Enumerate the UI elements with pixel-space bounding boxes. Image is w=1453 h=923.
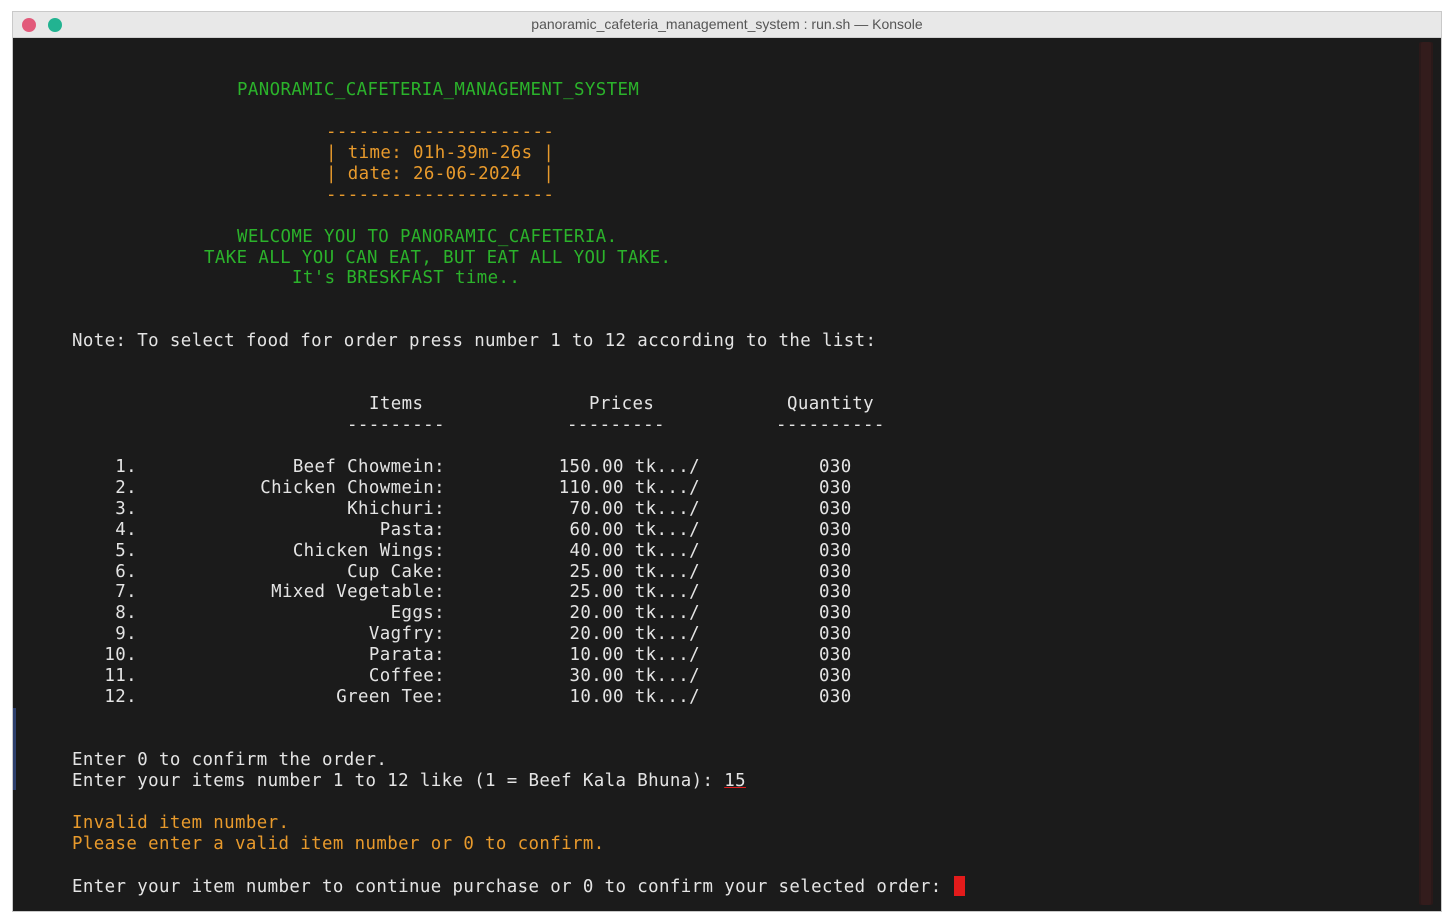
row-price: 10.00 tk.../ (569, 687, 700, 707)
row-item-name: Vagfry: (368, 624, 445, 644)
row-price: 25.00 tk.../ (569, 562, 700, 582)
row-item-name: Cup Cake: (347, 562, 445, 582)
row-quantity: 030 (819, 624, 852, 644)
row-quantity: 030 (819, 603, 852, 623)
header-prices: Prices (589, 394, 655, 414)
row-price: 60.00 tk.../ (569, 520, 700, 540)
date-line: | date: 26-06-2024 | (326, 164, 555, 184)
terminal-cursor[interactable] (954, 876, 966, 896)
row-number: 3. (115, 499, 137, 519)
box-border-bottom: --------------------- (326, 185, 555, 205)
window-title: panoramic_cafeteria_management_system : … (531, 16, 923, 32)
row-item-name: Chicken Chowmein: (260, 478, 445, 498)
row-item-name: Parata: (368, 645, 445, 665)
row-quantity: 030 (819, 562, 852, 582)
row-number: 4. (115, 520, 137, 540)
row-number: 1. (115, 457, 137, 477)
row-number: 9. (115, 624, 137, 644)
error-invalid-item: Invalid item number. (72, 813, 290, 833)
row-quantity: 030 (819, 520, 852, 540)
row-number: 10. (104, 645, 137, 665)
row-item-name: Khichuri: (347, 499, 445, 519)
row-quantity: 030 (819, 478, 852, 498)
terminal-area[interactable]: PANORAMIC_CAFETERIA_MANAGEMENT_SYSTEM --… (13, 38, 1441, 911)
scrollbar-thumb[interactable] (1421, 42, 1431, 905)
row-price: 30.00 tk.../ (569, 666, 700, 686)
continue-prompt: Enter your item number to continue purch… (72, 877, 953, 897)
welcome-line-3: It's BRESKFAST time.. (292, 268, 521, 288)
row-item-name: Mixed Vegetable: (271, 582, 445, 602)
row-price: 25.00 tk.../ (569, 582, 700, 602)
items-input-value: 15 (724, 771, 746, 791)
confirm-hint: Enter 0 to confirm the order. (72, 750, 388, 770)
row-number: 5. (115, 541, 137, 561)
row-number: 7. (115, 582, 137, 602)
row-number: 12. (104, 687, 137, 707)
row-quantity: 030 (819, 541, 852, 561)
row-number: 11. (104, 666, 137, 686)
continue-prompt-line[interactable]: Enter your item number to continue purch… (72, 876, 966, 898)
row-item-name: Eggs: (390, 603, 445, 623)
row-item-name: Coffee: (368, 666, 445, 686)
row-quantity: 030 (819, 582, 852, 602)
welcome-line-1: WELCOME YOU TO PANORAMIC_CAFETERIA. (237, 227, 618, 247)
row-price: 150.00 tk.../ (558, 457, 700, 477)
row-quantity: 030 (819, 457, 852, 477)
row-price: 70.00 tk.../ (569, 499, 700, 519)
system-name: PANORAMIC_CAFETERIA_MANAGEMENT_SYSTEM (237, 80, 640, 100)
row-quantity: 030 (819, 499, 852, 519)
row-number: 8. (115, 603, 137, 623)
items-prompt: Enter your items number 1 to 12 like (1 … (72, 771, 725, 791)
selection-marker (13, 708, 16, 790)
time-line: | time: 01h-39m-26s | (326, 143, 555, 163)
row-item-name: Pasta: (379, 520, 445, 540)
items-prompt-line: Enter your items number 1 to 12 like (1 … (72, 771, 746, 792)
konsole-window: panoramic_cafeteria_management_system : … (12, 11, 1442, 912)
row-number: 6. (115, 562, 137, 582)
row-quantity: 030 (819, 687, 852, 707)
note-text: Note: To select food for order press num… (72, 331, 877, 351)
row-price: 20.00 tk.../ (569, 624, 700, 644)
box-border-top: --------------------- (326, 122, 555, 142)
welcome-line-2: TAKE ALL YOU CAN EAT, BUT EAT ALL YOU TA… (204, 248, 672, 268)
row-quantity: 030 (819, 645, 852, 665)
error-enter-valid: Please enter a valid item number or 0 to… (72, 834, 605, 854)
row-price: 20.00 tk.../ (569, 603, 700, 623)
row-item-name: Beef Chowmein: (292, 457, 445, 477)
header-items: Items (369, 394, 424, 414)
row-quantity: 030 (819, 666, 852, 686)
row-number: 2. (115, 478, 137, 498)
header-quantity: Quantity (787, 394, 874, 414)
header-quantity-underline: ---------- (776, 415, 885, 435)
row-item-name: Green Tee: (336, 687, 445, 707)
header-prices-underline: --------- (567, 415, 665, 435)
title-bar[interactable]: panoramic_cafeteria_management_system : … (13, 12, 1441, 38)
row-price: 10.00 tk.../ (569, 645, 700, 665)
row-price: 40.00 tk.../ (569, 541, 700, 561)
header-items-underline: --------- (347, 415, 445, 435)
row-price: 110.00 tk.../ (558, 478, 700, 498)
row-item-name: Chicken Wings: (292, 541, 445, 561)
scrollbar[interactable] (1419, 42, 1433, 905)
